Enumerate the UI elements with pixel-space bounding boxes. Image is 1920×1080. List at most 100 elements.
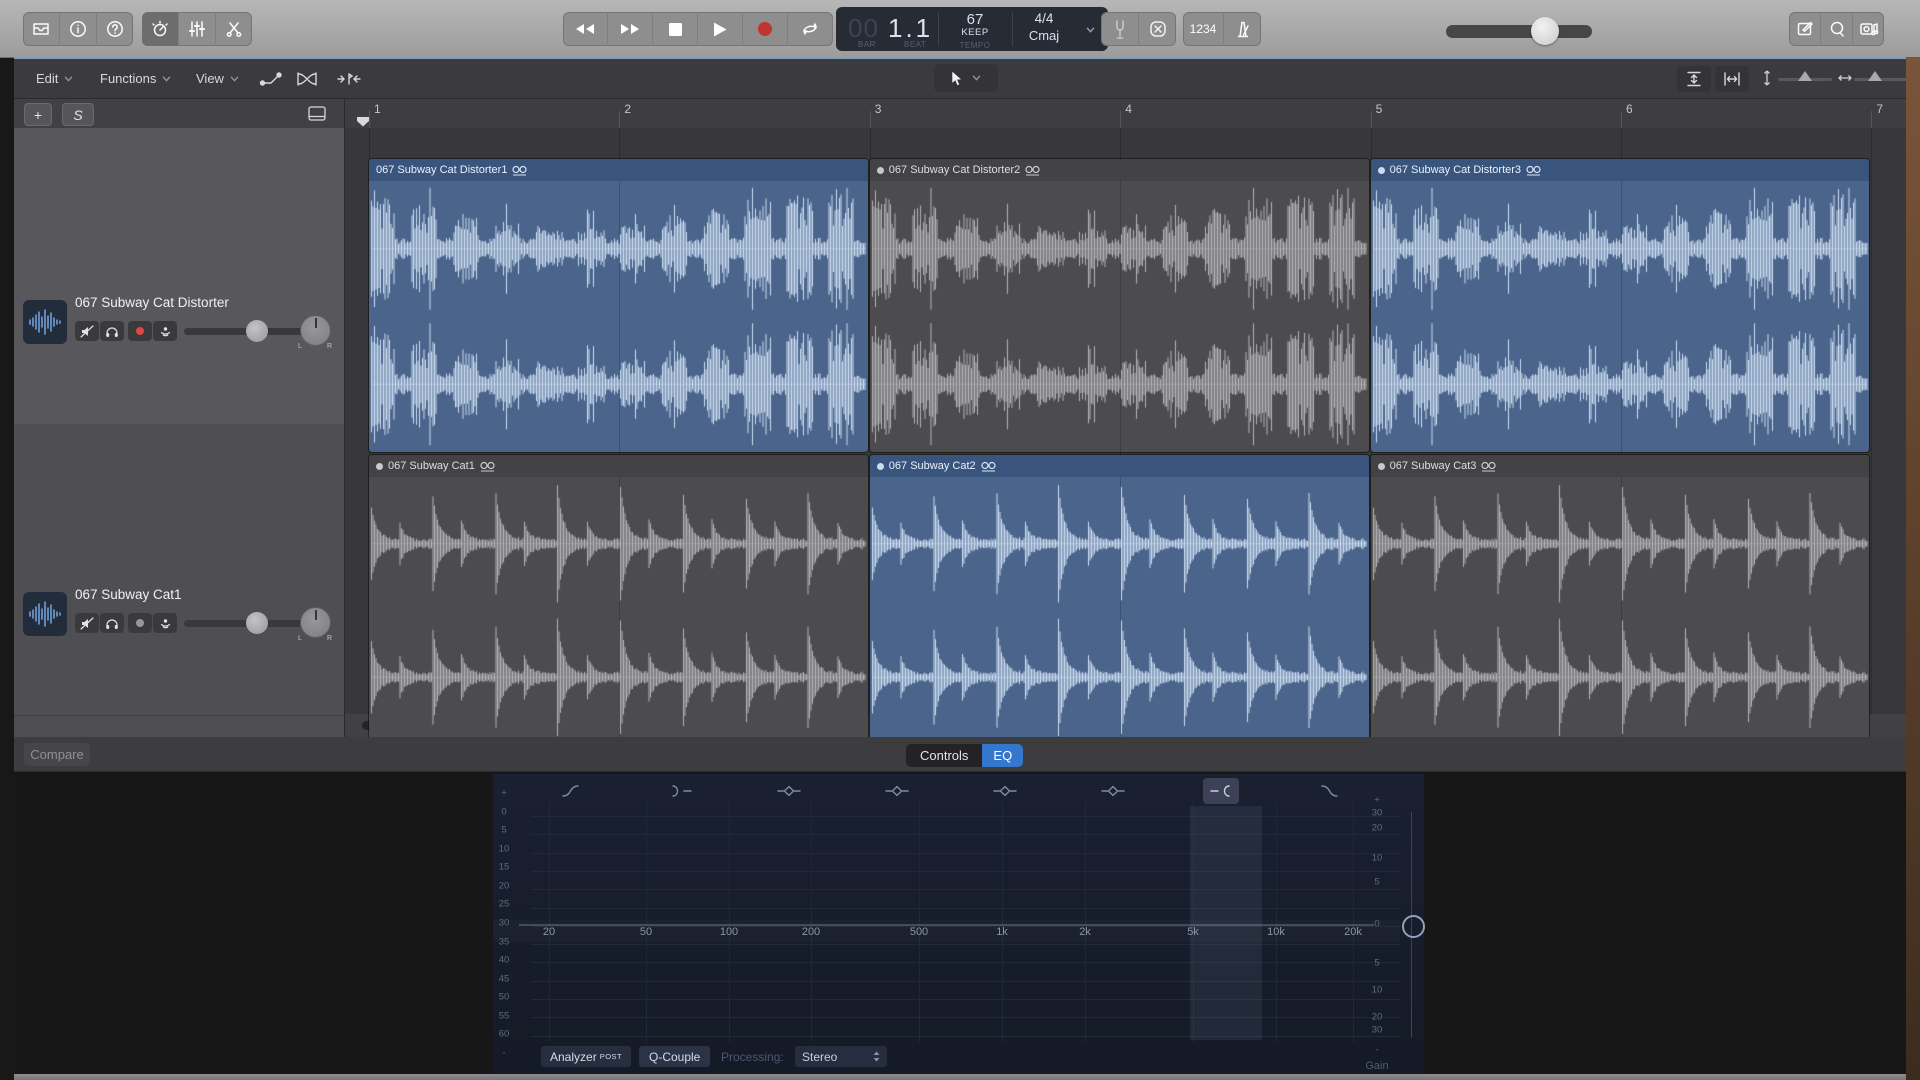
track-2-name[interactable]: 067 Subway Cat1 xyxy=(75,587,182,602)
master-solo-button[interactable]: S xyxy=(62,103,94,126)
track-header-1[interactable]: 067 Subway Cat Distorter L R xyxy=(14,128,345,425)
eq-curve[interactable] xyxy=(519,924,1374,926)
help-icon[interactable] xyxy=(97,12,133,46)
track-2-mute-button[interactable] xyxy=(75,613,99,633)
library-icon[interactable] xyxy=(23,12,60,46)
eq-band-bell-icon[interactable] xyxy=(1095,778,1131,804)
functions-menu[interactable]: Functions xyxy=(100,59,171,98)
tracks-lane-area[interactable]: 067 Subway Cat Distorter1067 Subway Cat … xyxy=(345,128,1906,737)
loop-icon xyxy=(1526,165,1541,176)
smart-controls-icon[interactable] xyxy=(142,12,179,46)
track-1-name[interactable]: 067 Subway Cat Distorter xyxy=(75,295,229,310)
panel-toggle-group xyxy=(142,12,252,46)
master-volume-thumb[interactable] xyxy=(1531,17,1559,45)
crossfade-icon[interactable] xyxy=(290,66,324,92)
cycle-button[interactable] xyxy=(788,12,833,46)
track-1-record-button[interactable] xyxy=(128,321,152,341)
q-couple-button[interactable]: Q-Couple xyxy=(639,1046,710,1067)
track-display-mode-icon[interactable] xyxy=(306,104,328,122)
horizontal-zoom-thumb[interactable] xyxy=(1867,70,1883,82)
chevron-down-icon xyxy=(162,76,171,82)
track-2-pan-knob[interactable] xyxy=(300,607,331,638)
track-header-topbar: + S xyxy=(14,99,345,128)
eq-db-scale-label: 55 xyxy=(499,1010,510,1021)
eq-gain-scale-label: 10 xyxy=(1372,985,1383,996)
tab-eq[interactable]: EQ xyxy=(982,744,1023,767)
ruler-bar-label: 6 xyxy=(1626,102,1633,116)
metronome-icon[interactable] xyxy=(1224,12,1261,46)
automation-icon[interactable] xyxy=(254,66,288,92)
zoom-fit-horizontal-icon[interactable] xyxy=(1715,66,1749,92)
audio-region[interactable]: 067 Subway Cat Distorter3 xyxy=(1371,159,1870,452)
track-1-pan-knob[interactable] xyxy=(300,315,331,346)
track-header-2[interactable]: 067 Subway Cat1 L R xyxy=(14,424,345,716)
processing-select[interactable]: Stereo xyxy=(795,1046,887,1067)
add-track-button[interactable]: + xyxy=(24,103,52,126)
count-1234-button[interactable]: 1234 xyxy=(1183,12,1224,46)
metronome-group: 1234 xyxy=(1183,12,1261,46)
track-1-input-monitor-button[interactable] xyxy=(153,321,177,341)
mixer-icon[interactable] xyxy=(179,12,216,46)
playhead-marker[interactable] xyxy=(356,116,370,127)
compare-button[interactable]: Compare xyxy=(24,743,90,766)
tab-controls[interactable]: Controls xyxy=(906,744,982,767)
audio-region[interactable]: 067 Subway Cat2 xyxy=(870,455,1369,744)
eq-band-high-shelf-icon[interactable] xyxy=(1203,778,1239,804)
region-header: 067 Subway Cat Distorter3 xyxy=(1371,159,1870,181)
eq-band-bell-icon[interactable] xyxy=(879,778,915,804)
track-1-mute-button[interactable] xyxy=(75,321,99,341)
region-header: 067 Subway Cat Distorter2 xyxy=(870,159,1369,181)
scissors-icon[interactable] xyxy=(216,12,252,46)
record-enabled-dot xyxy=(136,327,144,335)
ruler-bar-label: 7 xyxy=(1876,102,1883,116)
forward-button[interactable] xyxy=(608,12,653,46)
tracks-window: Edit Functions View xyxy=(14,57,1906,739)
bar-ruler[interactable]: 1234567 xyxy=(345,99,1906,129)
view-menu[interactable]: View xyxy=(196,59,239,98)
edit-menu[interactable]: Edit xyxy=(36,59,73,98)
track-2-record-button[interactable] xyxy=(128,613,152,633)
info-icon[interactable] xyxy=(60,12,97,46)
eq-db-scale-label: 5 xyxy=(501,825,506,836)
stop-button[interactable] xyxy=(653,12,698,46)
zoom-fit-vertical-icon[interactable] xyxy=(1677,66,1711,92)
rewind-button[interactable] xyxy=(563,12,608,46)
flex-icon[interactable] xyxy=(332,66,366,92)
eq-band-bell-icon[interactable] xyxy=(987,778,1023,804)
track-2-waveform-icon xyxy=(23,592,67,636)
eq-db-scale-label: 0 xyxy=(501,806,506,817)
count-1234-label: 1234 xyxy=(1190,22,1217,36)
tuner-icon[interactable] xyxy=(1101,12,1139,46)
eq-band-bell-icon[interactable] xyxy=(771,778,807,804)
track-1-volume-thumb[interactable] xyxy=(246,320,268,342)
track-2-solo-button[interactable] xyxy=(100,613,124,633)
track-2-volume-thumb[interactable] xyxy=(246,612,268,634)
master-volume-slider[interactable] xyxy=(1446,25,1592,38)
lcd-chevron-down-icon[interactable] xyxy=(1086,27,1095,33)
loop-browser-icon[interactable] xyxy=(1821,12,1853,46)
pointer-tool-menu[interactable] xyxy=(934,64,998,92)
region-waveform xyxy=(369,181,868,452)
eq-gain-scale-label: 20 xyxy=(1372,823,1383,834)
notepad-icon[interactable] xyxy=(1789,12,1821,46)
eq-gain-slider-knob[interactable] xyxy=(1402,915,1425,938)
record-button[interactable] xyxy=(743,12,788,46)
audio-region[interactable]: 067 Subway Cat Distorter1 xyxy=(369,159,868,452)
audio-region[interactable]: 067 Subway Cat Distorter2 xyxy=(870,159,1369,452)
eq-band-highpass-icon[interactable] xyxy=(553,778,589,804)
tab-controls-label: Controls xyxy=(920,748,968,763)
track-2-input-monitor-button[interactable] xyxy=(153,613,177,633)
lcd-display[interactable]: 00 1.1 BAR BEAT 67 KEEP TEMPO 4/4 Cmaj xyxy=(836,7,1108,51)
eq-band-lowpass-icon[interactable] xyxy=(1311,778,1347,804)
audio-region[interactable]: 067 Subway Cat3 xyxy=(1371,455,1870,744)
play-button[interactable] xyxy=(698,12,743,46)
count-in-icon[interactable] xyxy=(1139,12,1176,46)
lcd-bar-label: BAR xyxy=(858,40,876,49)
media-browser-icon[interactable] xyxy=(1853,12,1884,46)
vertical-zoom-thumb[interactable] xyxy=(1797,70,1813,82)
analyzer-button[interactable]: AnalyzerPOST xyxy=(541,1046,631,1067)
audio-region[interactable]: 067 Subway Cat1 xyxy=(369,455,868,744)
eq-band-low-shelf-icon[interactable] xyxy=(663,778,699,804)
track-1-solo-button[interactable] xyxy=(100,321,124,341)
region-waveform xyxy=(870,181,1369,452)
